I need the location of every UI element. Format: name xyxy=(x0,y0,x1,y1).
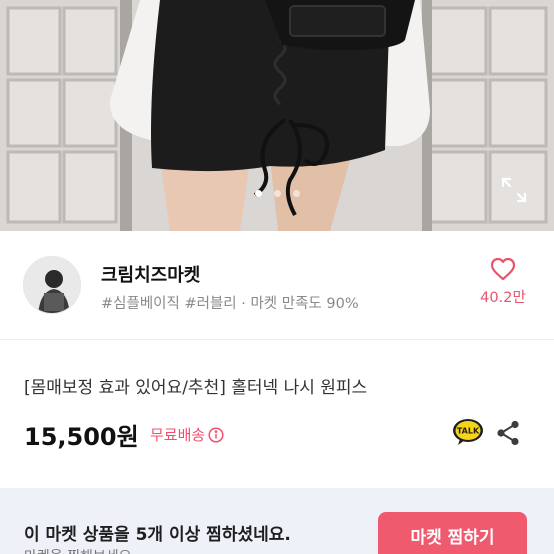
seller-name[interactable]: 크림치즈마켓 xyxy=(101,261,200,287)
heart-icon xyxy=(490,257,516,281)
banner-message: 이 마켓 상품을 5개 이상 찜하셨네요. xyxy=(24,525,291,545)
share-icon[interactable] xyxy=(496,420,520,446)
product-price: 15,500원 xyxy=(24,423,139,451)
banner-sub-message: 마켓을 찜해보세요 xyxy=(24,546,132,554)
shipping-label: 무료배송 xyxy=(150,426,206,444)
slide-dot[interactable] xyxy=(292,190,300,197)
seller-section: 크림치즈마켓 #심플베이직 #러블리 · 마켓 만족도 90% 40.2만 xyxy=(0,231,554,339)
like-count: 40.2만 xyxy=(480,290,526,306)
product-photo[interactable] xyxy=(0,0,554,231)
like-button[interactable]: 40.2만 xyxy=(474,257,532,307)
seller-tags: #심플베이직 #러블리 · 마켓 만족도 90% xyxy=(101,296,359,312)
svg-text:TALK: TALK xyxy=(457,427,480,436)
slide-dot[interactable] xyxy=(273,190,281,197)
slide-dot[interactable] xyxy=(254,190,262,197)
follow-market-button[interactable]: 마켓 찜하기 xyxy=(378,512,527,554)
follow-market-banner: 이 마켓 상품을 5개 이상 찜하셨네요. 마켓을 찜해보세요 마켓 찜하기 xyxy=(0,488,554,554)
slide-indicator xyxy=(0,190,554,197)
expand-icon[interactable] xyxy=(500,176,528,204)
product-title: [몸매보정 효과 있어요/추천] 홀터넥 나시 원피스 xyxy=(24,378,368,398)
info-icon[interactable] xyxy=(208,426,224,443)
seller-avatar[interactable] xyxy=(23,256,81,314)
shipping-info[interactable]: 무료배송 xyxy=(150,424,224,445)
section-divider xyxy=(0,339,554,340)
kakao-talk-icon[interactable]: TALK xyxy=(452,418,484,446)
